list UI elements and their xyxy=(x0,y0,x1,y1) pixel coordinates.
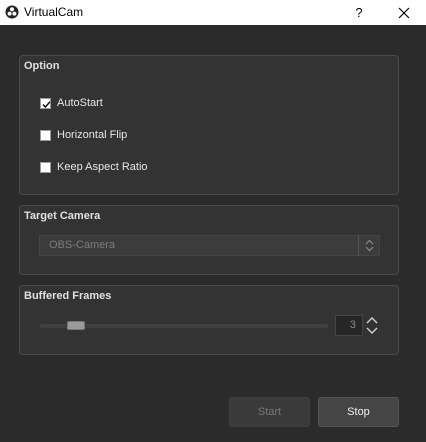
horizontal-flip-checkbox-row[interactable]: Horizontal Flip xyxy=(40,128,127,142)
combo-updown-icon xyxy=(358,235,379,256)
target-camera-group: Target Camera OBS-Camera xyxy=(19,205,399,275)
target-camera-selected: OBS-Camera xyxy=(49,239,116,251)
stop-button[interactable]: Stop xyxy=(318,397,399,427)
autostart-checkbox[interactable] xyxy=(40,97,51,109)
option-group: Option AutoStart Horizontal Flip Keep As… xyxy=(19,55,399,195)
keep-aspect-ratio-checkbox[interactable] xyxy=(40,161,51,173)
close-button[interactable] xyxy=(389,0,419,25)
buffered-frames-title: Buffered Frames xyxy=(24,290,112,302)
buffered-frames-group: Buffered Frames 3 xyxy=(19,285,399,355)
buffered-frames-slider-handle[interactable] xyxy=(67,321,85,330)
close-icon xyxy=(398,7,410,18)
autostart-label: AutoStart xyxy=(57,97,103,109)
keep-aspect-ratio-label: Keep Aspect Ratio xyxy=(57,161,148,173)
title-bar: VirtualCam ? xyxy=(0,0,426,25)
option-group-title: Option xyxy=(24,60,60,72)
autostart-checkbox-row[interactable]: AutoStart xyxy=(40,96,103,110)
start-button[interactable]: Start xyxy=(229,397,310,427)
target-camera-title: Target Camera xyxy=(24,210,101,222)
help-button[interactable]: ? xyxy=(345,0,373,25)
target-camera-select[interactable]: OBS-Camera xyxy=(39,235,380,256)
horizontal-flip-checkbox[interactable] xyxy=(40,129,51,141)
obs-logo-icon xyxy=(5,5,19,19)
spin-updown-icon[interactable] xyxy=(365,315,379,336)
keep-aspect-ratio-checkbox-row[interactable]: Keep Aspect Ratio xyxy=(40,160,148,174)
checkmark-icon xyxy=(42,100,51,108)
horizontal-flip-label: Horizontal Flip xyxy=(57,129,128,141)
buffered-frames-spinbox[interactable]: 3 xyxy=(335,315,363,336)
window-title: VirtualCam xyxy=(24,5,84,19)
